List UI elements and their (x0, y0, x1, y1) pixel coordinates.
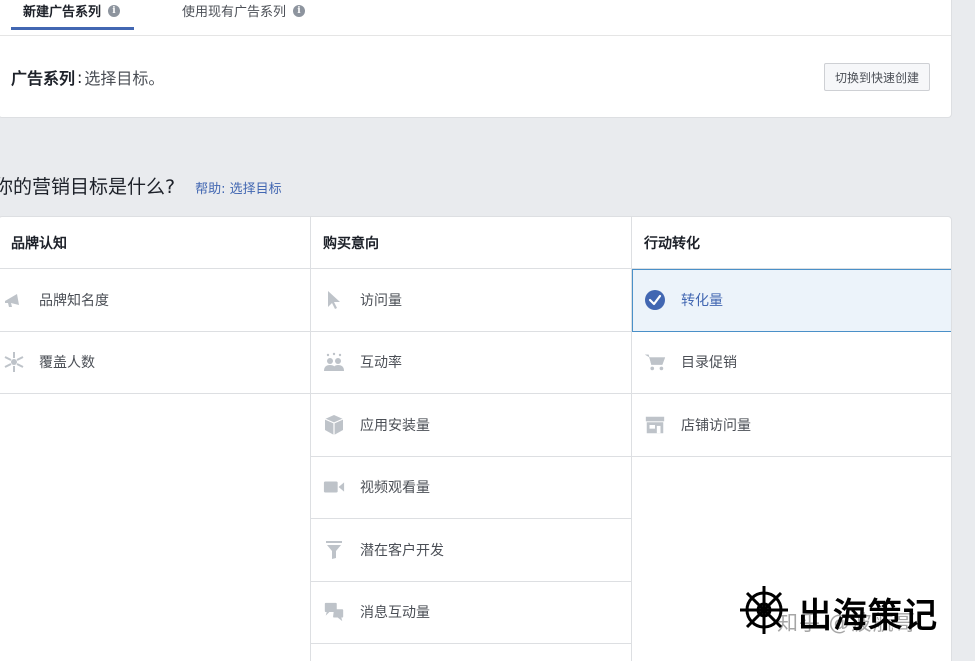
tab-label: 新建广告系列 (23, 5, 102, 20)
column-header: 品牌认知 (0, 217, 310, 269)
tab-existing-campaign[interactable]: 使用现有广告系列 i (182, 0, 306, 29)
objective-engagement[interactable]: 互动率 (311, 332, 631, 394)
info-icon[interactable]: i (293, 4, 306, 17)
objective-label: 潜在客户开发 (360, 542, 444, 559)
campaign-separator: : (77, 67, 83, 87)
check-circle-icon (644, 289, 666, 311)
shopping-cart-icon (644, 351, 666, 373)
campaign-tabs: 新建广告系列 i 使用现有广告系列 i (0, 0, 951, 36)
objective-label: 转化量 (681, 292, 723, 309)
box-icon (323, 414, 345, 436)
objective-label: 应用安装量 (360, 417, 430, 434)
campaign-value: 选择目标。 (84, 69, 165, 88)
campaign-label: 广告系列 (11, 69, 76, 88)
objective-label: 访问量 (360, 292, 402, 309)
objective-video-views[interactable]: 视频观看量 (311, 457, 631, 519)
people-icon (323, 351, 345, 373)
objective-label: 店铺访问量 (681, 417, 751, 434)
objective-conversions[interactable]: 转化量 (632, 269, 951, 332)
column-header: 购买意向 (311, 217, 631, 269)
store-icon (644, 414, 666, 436)
chat-bubbles-icon (323, 601, 345, 623)
objective-lead-generation[interactable]: 潜在客户开发 (311, 519, 631, 582)
objective-traffic[interactable]: 访问量 (311, 269, 631, 332)
objective-brand-awareness[interactable]: 品牌知名度 (0, 269, 310, 332)
objective-messages[interactable]: 消息互动量 (311, 582, 631, 644)
video-camera-icon (323, 476, 345, 498)
column-header: 行动转化 (632, 217, 951, 269)
help-link[interactable]: 帮助: 选择目标 (195, 178, 282, 197)
objective-store-visits[interactable]: 店铺访问量 (632, 394, 951, 457)
objective-app-installs[interactable]: 应用安装量 (311, 394, 631, 457)
campaign-card: 新建广告系列 i 使用现有广告系列 i 广告系列 : 选择目标。 切换到快速创建 (0, 0, 952, 118)
tab-new-campaign[interactable]: 新建广告系列 i (10, 0, 135, 30)
objective-label: 视频观看量 (360, 480, 430, 497)
objective-catalog-sales[interactable]: 目录促销 (632, 332, 951, 394)
objective-label: 覆盖人数 (39, 355, 95, 372)
column-consideration: 购买意向 访问量 互动率 应用安装量 视频观看量 潜在客户开发 消息互动量 (311, 217, 632, 661)
objective-label: 目录促销 (681, 355, 737, 372)
campaign-objective-row: 广告系列 : 选择目标。 (11, 65, 164, 89)
funnel-icon (323, 539, 345, 561)
question-text: 你的营销目标是什么? (0, 176, 176, 198)
objective-label: 消息互动量 (360, 605, 430, 622)
megaphone-icon (3, 289, 25, 311)
column-brand-awareness: 品牌认知 品牌知名度 覆盖人数 (0, 217, 311, 661)
watermark-subtitle: 知乎 @波航哥 (777, 611, 917, 635)
objective-label: 互动率 (360, 355, 402, 372)
reach-burst-icon (3, 351, 25, 373)
cursor-icon (323, 289, 345, 311)
objective-label: 品牌知名度 (39, 292, 109, 309)
switch-quick-create-button[interactable]: 切换到快速创建 (823, 63, 930, 91)
objective-reach[interactable]: 覆盖人数 (0, 332, 310, 394)
tab-label: 使用现有广告系列 (182, 5, 287, 20)
info-icon[interactable]: i (108, 4, 121, 17)
objective-question: 你的营销目标是什么? 帮助: 选择目标 (0, 172, 282, 199)
